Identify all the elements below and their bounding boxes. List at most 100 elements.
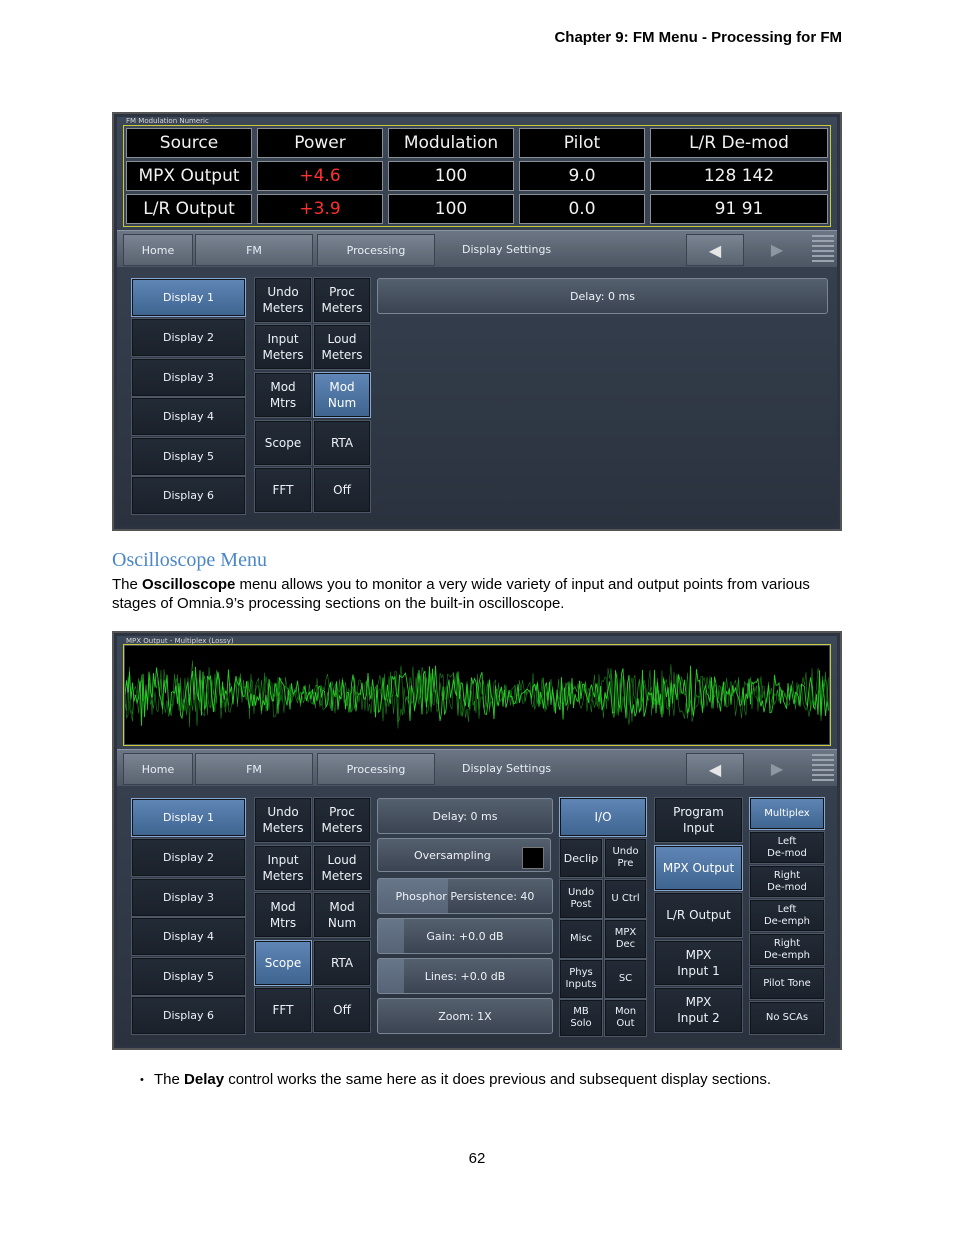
triangle-left-icon[interactable]: ◀ — [686, 753, 744, 785]
rta-button[interactable]: RTA — [313, 420, 371, 466]
display-1-button[interactable]: Display 1 — [131, 798, 246, 837]
display-4-button[interactable]: Display 4 — [131, 917, 246, 956]
program-input-button[interactable]: Program Input — [654, 797, 743, 843]
scope-button[interactable]: Scope — [254, 940, 312, 986]
nav-fm-button[interactable]: FM — [195, 234, 313, 266]
gripper-lines-icon[interactable] — [812, 754, 834, 782]
row-source: L/R Output — [126, 194, 252, 224]
undo-pre-button[interactable]: Undo Pre — [604, 838, 647, 878]
proc-meters-button[interactable]: Proc Meters — [313, 277, 371, 323]
oversampling-checkbox[interactable] — [522, 847, 544, 869]
display-5-button[interactable]: Display 5 — [131, 437, 246, 476]
nav-display-settings[interactable]: Display Settings — [462, 753, 551, 783]
display-4-button[interactable]: Display 4 — [131, 397, 246, 436]
bullet-item: • The Delay control works the same here a… — [140, 1071, 771, 1088]
input-meters-button[interactable]: Input Meters — [254, 845, 312, 891]
row-pilot: 0.0 — [519, 194, 645, 224]
lines-fill — [378, 959, 405, 993]
fft-button[interactable]: FFT — [254, 987, 312, 1033]
oscilloscope-screenshot: MPX Output - Multiplex (Lossy) Home FM P… — [112, 631, 842, 1050]
lines-slider[interactable]: Lines: +0.0 dB — [377, 958, 553, 994]
undo-meters-button[interactable]: Undo Meters — [254, 797, 312, 843]
lr-output-button[interactable]: L/R Output — [654, 892, 743, 938]
right-demod-button[interactable]: Right De-mod — [749, 865, 825, 898]
multiplex-button[interactable]: Multiplex — [749, 797, 825, 830]
display-5-button[interactable]: Display 5 — [131, 957, 246, 996]
triangle-right-icon[interactable]: ▶ — [749, 234, 805, 264]
display-6-button[interactable]: Display 6 — [131, 476, 246, 515]
page-number: 62 — [468, 1150, 486, 1167]
gain-fill — [378, 919, 405, 953]
nav-processing-button[interactable]: Processing — [317, 234, 435, 266]
row-power: +3.9 — [257, 194, 383, 224]
intro-bold-term: Oscilloscope — [142, 576, 236, 593]
off-button[interactable]: Off — [313, 467, 371, 513]
input-meters-button[interactable]: Input Meters — [254, 324, 312, 370]
scope-button[interactable]: Scope — [254, 420, 312, 466]
no-scas-button[interactable]: No SCAs — [749, 1001, 825, 1035]
phosphor-persistence-slider[interactable]: Phosphor Persistence: 40 — [377, 878, 553, 914]
rta-button[interactable]: RTA — [313, 940, 371, 986]
fft-button[interactable]: FFT — [254, 467, 312, 513]
io-button[interactable]: I/O — [559, 797, 647, 837]
mod-num-button[interactable]: Mod Num — [313, 892, 371, 938]
misc-button[interactable]: Misc — [559, 919, 603, 959]
pilot-tone-button[interactable]: Pilot Tone — [749, 967, 825, 1000]
declip-button[interactable]: Declip — [559, 838, 603, 878]
mpx-output-button[interactable]: MPX Output — [654, 845, 743, 891]
triangle-right-icon[interactable]: ▶ — [749, 753, 805, 783]
row-power: +4.6 — [257, 161, 383, 191]
sc-button[interactable]: SC — [604, 959, 647, 999]
nav-fm-button[interactable]: FM — [195, 753, 313, 785]
u-ctrl-button[interactable]: U Ctrl — [604, 879, 647, 919]
oversampling-toggle[interactable]: Oversampling — [377, 838, 551, 872]
nav-display-settings[interactable]: Display Settings — [462, 234, 551, 264]
gain-slider[interactable]: Gain: +0.0 dB — [377, 918, 553, 954]
col-header-pilot: Pilot — [519, 128, 645, 158]
phys-inputs-button[interactable]: Phys Inputs — [559, 959, 603, 999]
mpx-input-2-button[interactable]: MPX Input 2 — [654, 987, 743, 1033]
triangle-left-icon[interactable]: ◀ — [686, 234, 744, 266]
mb-solo-button[interactable]: MB Solo — [559, 999, 603, 1037]
mod-num-button[interactable]: Mod Num — [313, 372, 371, 418]
delay-slider[interactable]: Delay: 0 ms — [377, 278, 828, 314]
chapter-header: Chapter 9: FM Menu - Processing for FM — [554, 29, 842, 46]
bullet-dot-icon: • — [140, 1074, 144, 1086]
display-1-button[interactable]: Display 1 — [131, 278, 246, 317]
mod-mtrs-button[interactable]: Mod Mtrs — [254, 892, 312, 938]
display-title: FM Modulation Numeric — [126, 117, 209, 125]
nav-home-button[interactable]: Home — [123, 753, 193, 785]
gain-label: Gain: +0.0 dB — [426, 929, 504, 943]
delay-slider[interactable]: Delay: 0 ms — [377, 798, 553, 834]
mod-mtrs-button[interactable]: Mod Mtrs — [254, 372, 312, 418]
nav-home-button[interactable]: Home — [123, 234, 193, 266]
mpx-dec-button[interactable]: MPX Dec — [604, 919, 647, 959]
display-2-button[interactable]: Display 2 — [131, 318, 246, 357]
left-deemph-button[interactable]: Left De-emph — [749, 899, 825, 932]
loud-meters-button[interactable]: Loud Meters — [313, 845, 371, 891]
undo-meters-button[interactable]: Undo Meters — [254, 277, 312, 323]
proc-meters-button[interactable]: Proc Meters — [313, 797, 371, 843]
bullet-bold-term: Delay — [184, 1071, 225, 1088]
intro-paragraph: The Oscilloscope menu allows you to moni… — [112, 575, 852, 613]
display-2-button[interactable]: Display 2 — [131, 838, 246, 877]
display-3-button[interactable]: Display 3 — [131, 358, 246, 397]
col-header-lr-demod: L/R De-mod — [650, 128, 828, 158]
row-modulation: 100 — [388, 161, 514, 191]
off-button[interactable]: Off — [313, 987, 371, 1033]
zoom-slider[interactable]: Zoom: 1X — [377, 998, 553, 1034]
nav-processing-button[interactable]: Processing — [317, 753, 435, 785]
left-demod-button[interactable]: Left De-mod — [749, 831, 825, 864]
gripper-lines-icon[interactable] — [812, 235, 834, 263]
fm-modulation-numeric-screenshot: FM Modulation Numeric Source Power Modul… — [112, 112, 842, 531]
row-pilot: 9.0 — [519, 161, 645, 191]
display-6-button[interactable]: Display 6 — [131, 996, 246, 1035]
mon-out-button[interactable]: Mon Out — [604, 999, 647, 1037]
loud-meters-button[interactable]: Loud Meters — [313, 324, 371, 370]
right-deemph-button[interactable]: Right De-emph — [749, 933, 825, 966]
lines-label: Lines: +0.0 dB — [424, 969, 506, 983]
display-3-button[interactable]: Display 3 — [131, 878, 246, 917]
mpx-input-1-button[interactable]: MPX Input 1 — [654, 940, 743, 986]
nav-bar: Home FM Processing Display Settings ◀ ▶ — [117, 749, 837, 786]
undo-post-button[interactable]: Undo Post — [559, 879, 603, 919]
